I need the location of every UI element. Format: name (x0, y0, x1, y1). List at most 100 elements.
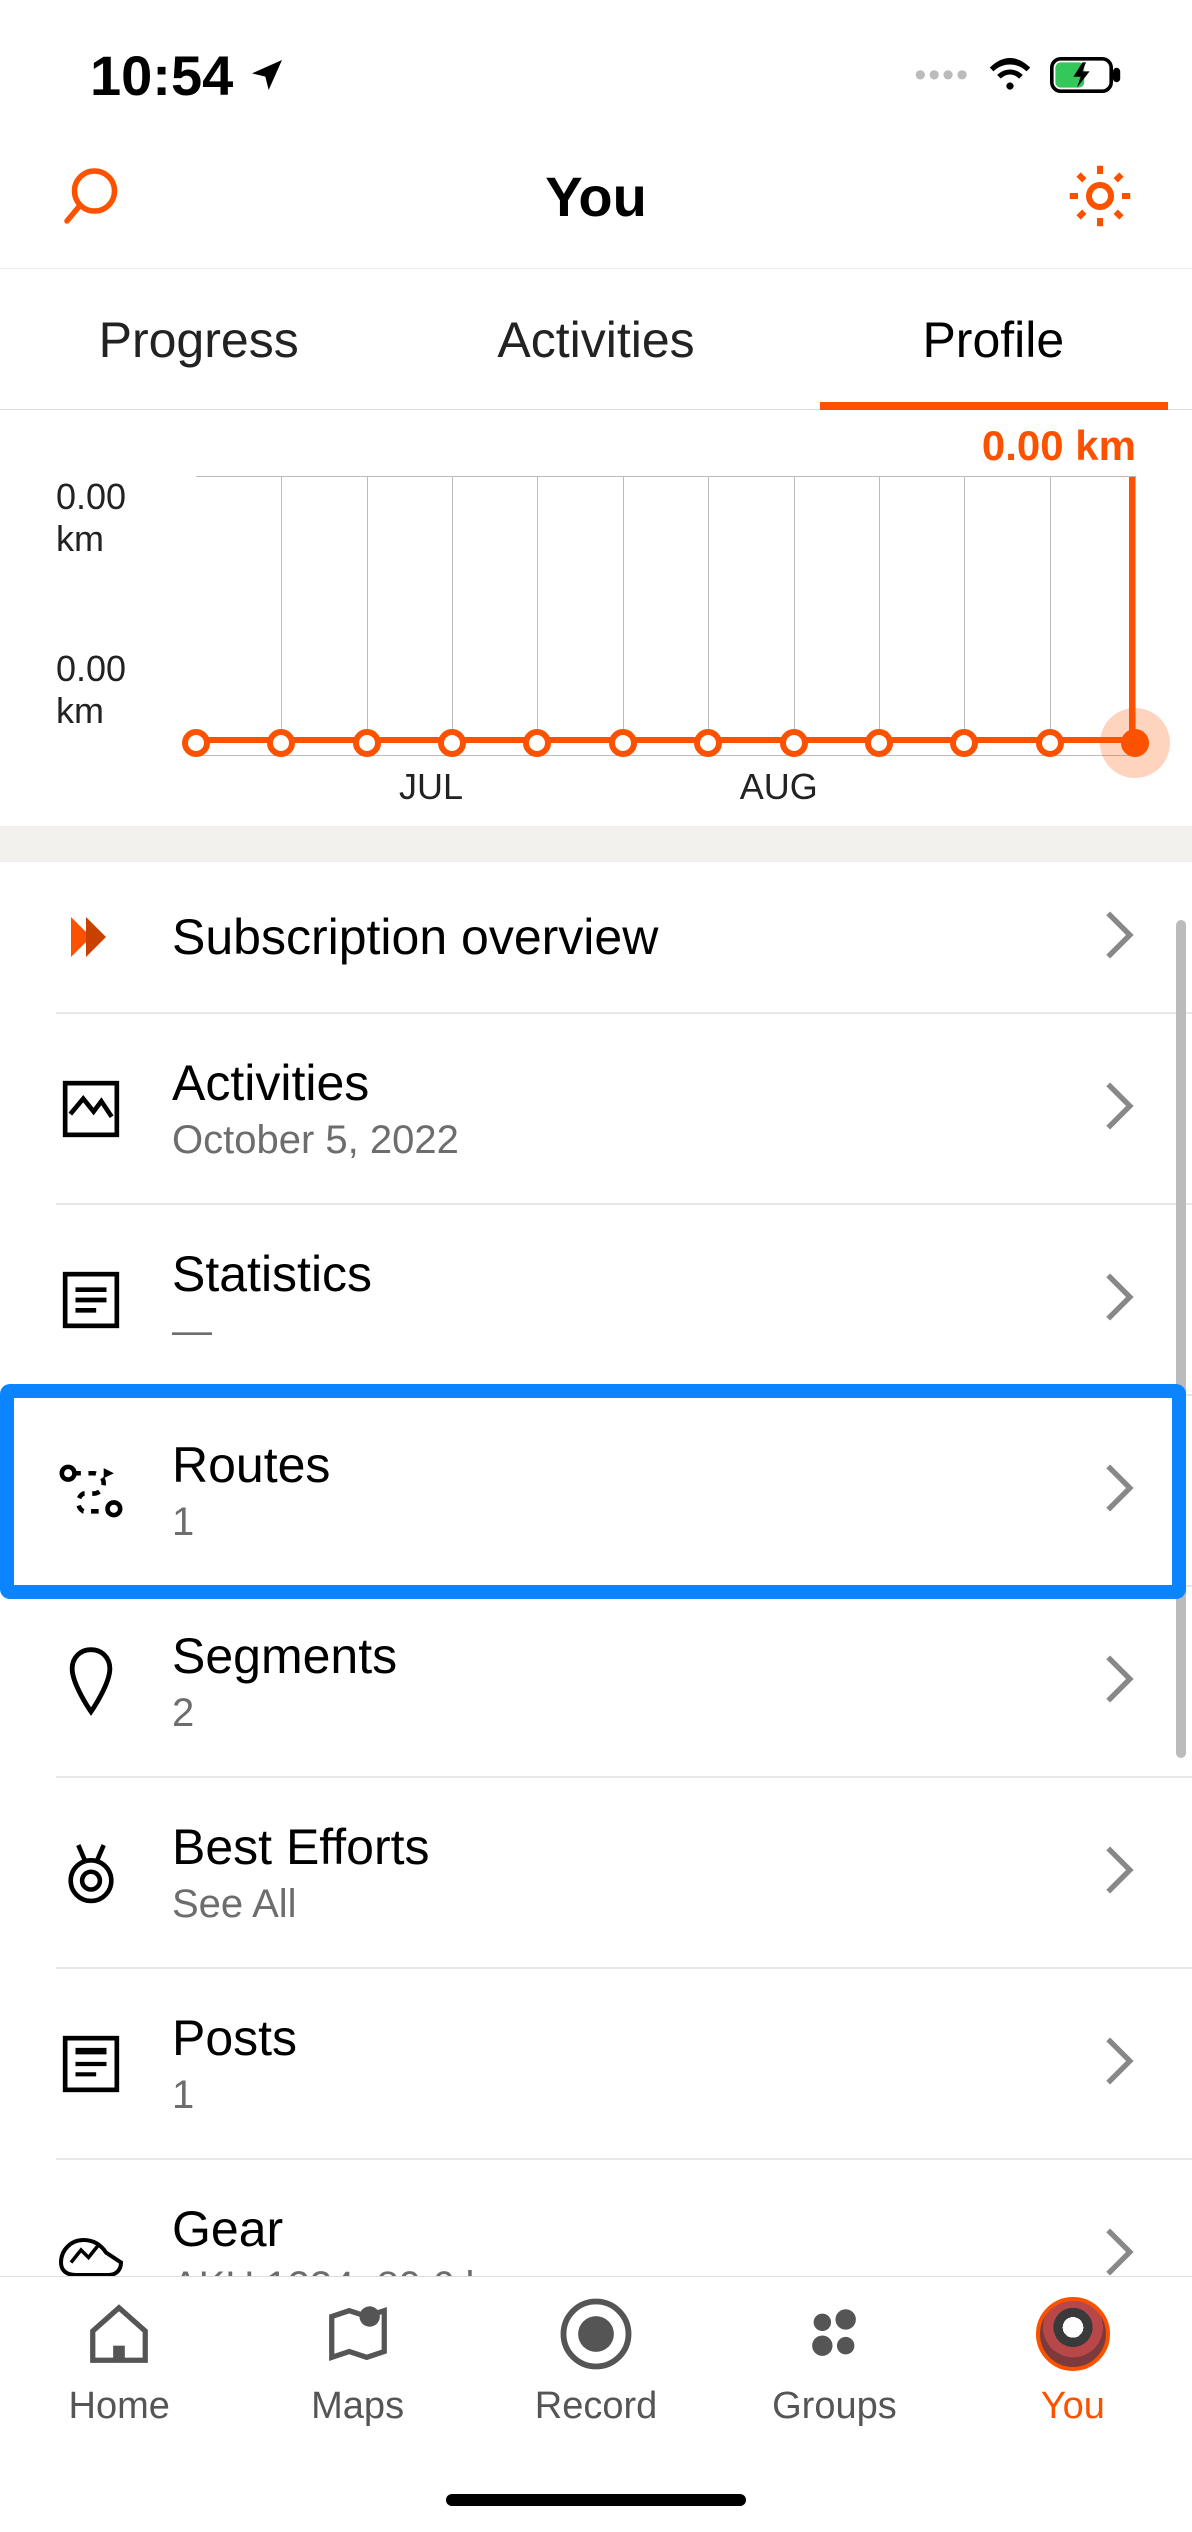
chart-point[interactable] (1121, 729, 1149, 757)
header: You (0, 130, 1192, 269)
row-title: Activities (172, 1054, 1056, 1112)
groups-icon (795, 2295, 873, 2373)
row-subtitle: See All (172, 1882, 1056, 1927)
row-body: Activities October 5, 2022 (172, 1054, 1056, 1163)
nav-label: Home (69, 2385, 170, 2428)
nav-label: Maps (311, 2385, 404, 2428)
status-right: •••• (914, 56, 1122, 95)
row-subtitle: 2 (172, 1691, 1056, 1736)
nav-home[interactable]: Home (0, 2295, 238, 2532)
chevron-right-icon (1102, 1270, 1136, 1329)
page-title: You (128, 164, 1064, 229)
y-label-bottom: 0.00 km (56, 648, 184, 732)
status-time: 10:54 (90, 43, 233, 108)
chart-point[interactable] (1036, 729, 1064, 757)
posts-icon (56, 2029, 126, 2099)
row-subtitle: October 5, 2022 (172, 1118, 1056, 1163)
chart-x-label: JUL (399, 766, 463, 808)
home-indicator[interactable] (446, 2494, 746, 2506)
routes-icon (56, 1456, 126, 1526)
chart-point[interactable] (694, 729, 722, 757)
wifi-icon (988, 56, 1032, 94)
tabs: Progress Activities Profile (0, 269, 1192, 410)
row-body: Segments 2 (172, 1627, 1056, 1736)
menu-row-activities[interactable]: Activities October 5, 2022 (56, 1014, 1192, 1205)
status-time-group: 10:54 (90, 43, 287, 108)
nav-label: Record (535, 2385, 658, 2428)
chevron-right-icon (1102, 1461, 1136, 1520)
location-icon (247, 55, 287, 95)
menu-row-posts[interactable]: Posts 1 (56, 1969, 1192, 2160)
best-efforts-icon (56, 1838, 126, 1908)
chevron-right-icon (1102, 908, 1136, 967)
chart-point[interactable] (780, 729, 808, 757)
chart-line (196, 737, 1135, 743)
chart-point[interactable] (609, 729, 637, 757)
row-title: Routes (172, 1436, 1056, 1494)
row-title: Statistics (172, 1245, 1056, 1303)
chevron-right-icon (1102, 1079, 1136, 1138)
row-title: Posts (172, 2009, 1056, 2067)
maps-icon (319, 2295, 397, 2373)
chart-current-value: 0.00 km (56, 422, 1136, 470)
tab-progress[interactable]: Progress (0, 269, 397, 409)
cell-signal-icon: •••• (914, 56, 970, 95)
chart-point[interactable] (865, 729, 893, 757)
menu-row-routes[interactable]: Routes 1 (56, 1396, 1192, 1587)
nav-groups[interactable]: Groups (715, 2295, 953, 2532)
record-icon (557, 2295, 635, 2373)
row-title: Subscription overview (172, 908, 1056, 966)
row-body: Statistics — (172, 1245, 1056, 1354)
status-bar: 10:54 •••• (0, 0, 1192, 130)
menu-row-best-efforts[interactable]: Best Efforts See All (56, 1778, 1192, 1969)
row-title: Best Efforts (172, 1818, 1056, 1876)
chart-y-axis: 0.00 km 0.00 km (56, 476, 196, 732)
chart-x-axis: JUL AUG (196, 766, 1136, 806)
you-avatar-icon (1034, 2295, 1112, 2373)
section-divider (0, 826, 1192, 862)
chevron-right-icon (1102, 2034, 1136, 2093)
segments-icon (56, 1647, 126, 1717)
home-icon (80, 2295, 158, 2373)
row-body: Subscription overview (172, 908, 1056, 966)
menu-row-statistics[interactable]: Statistics — (56, 1205, 1192, 1396)
settings-icon[interactable] (1064, 160, 1136, 232)
row-subtitle: 1 (172, 1500, 1056, 1545)
chevron-right-icon (1102, 1652, 1136, 1711)
tab-activities[interactable]: Activities (397, 269, 794, 409)
row-title: Segments (172, 1627, 1056, 1685)
tab-profile[interactable]: Profile (795, 269, 1192, 409)
chart-point[interactable] (182, 729, 210, 757)
profile-menu-list: Subscription overview Activities October 5… (0, 862, 1192, 2349)
nav-maps[interactable]: Maps (238, 2295, 476, 2532)
chart-point[interactable] (438, 729, 466, 757)
scrollbar[interactable] (1176, 920, 1186, 1758)
bottom-nav: Home Maps Record Groups You (0, 2276, 1192, 2532)
row-subtitle: 1 (172, 2073, 1056, 2118)
row-subtitle: — (172, 1309, 1056, 1354)
y-label-top: 0.00 km (56, 476, 184, 560)
nav-you[interactable]: You (954, 2295, 1192, 2532)
nav-label: You (1041, 2385, 1105, 2428)
row-body: Routes 1 (172, 1436, 1056, 1545)
chart-plot-area[interactable] (196, 476, 1136, 756)
nav-label: Groups (772, 2385, 897, 2428)
chevron-right-icon (1102, 1843, 1136, 1902)
chart-point[interactable] (523, 729, 551, 757)
statistics-icon (56, 1265, 126, 1335)
row-body: Posts 1 (172, 2009, 1056, 2118)
row-body: Best Efforts See All (172, 1818, 1056, 1927)
menu-row-segments[interactable]: Segments 2 (56, 1587, 1192, 1778)
chart-point[interactable] (950, 729, 978, 757)
battery-charging-icon (1050, 57, 1122, 93)
tab-indicator (820, 402, 1168, 410)
menu-row-subscription-overview[interactable]: Subscription overview (56, 862, 1192, 1014)
chart-section: 0.00 km 0.00 km 0.00 km JUL AUG (0, 410, 1192, 826)
row-title: Gear (172, 2200, 1056, 2258)
chart-point[interactable] (267, 729, 295, 757)
chart-point[interactable] (353, 729, 381, 757)
search-icon[interactable] (56, 160, 128, 232)
activities-icon (56, 1074, 126, 1144)
chart-x-label: AUG (740, 766, 818, 808)
subscription-icon (56, 902, 126, 972)
